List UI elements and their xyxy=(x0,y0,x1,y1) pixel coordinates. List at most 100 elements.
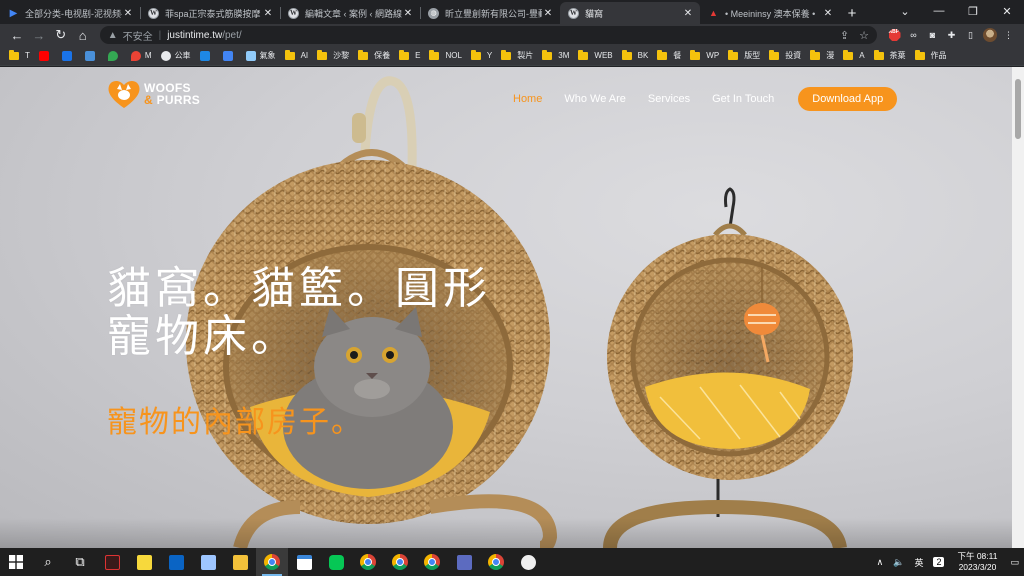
bookmark-folder[interactable]: 保養 xyxy=(358,49,390,61)
pen-app-icon[interactable] xyxy=(192,548,224,576)
share-icon[interactable]: ⇪ xyxy=(840,29,849,42)
puzzle-icon[interactable]: ✚ xyxy=(942,26,961,45)
bookmark-youtube[interactable] xyxy=(38,50,53,61)
browser-toolbar: ← → ↻ ⌂ ▲ 不安全 | justintime.tw/pet/ ⇪ ☆ A… xyxy=(0,24,1024,46)
bookmark-folder[interactable]: 版型 xyxy=(728,49,760,61)
bookmark-site[interactable] xyxy=(61,50,76,61)
bookmark-folder[interactable]: 沙黎 xyxy=(317,49,349,61)
minimize-icon[interactable]: — xyxy=(922,0,956,22)
bookmark-folder[interactable]: WEB xyxy=(578,49,613,60)
bookmark-weather[interactable]: 氣象 xyxy=(245,50,276,61)
bookmark-folder[interactable]: 餐 xyxy=(657,49,681,61)
new-tab-button[interactable]: + xyxy=(840,2,864,24)
bookmark-site[interactable] xyxy=(222,50,237,61)
browser-tab[interactable]: W 編輯文章 ‹ 案例 ‹ 網路線上 ✕ xyxy=(280,2,420,24)
bookmark-folder[interactable]: T xyxy=(9,49,30,60)
windows-start-icon[interactable] xyxy=(0,548,32,576)
chrome-icon[interactable] xyxy=(416,548,448,576)
bookmark-folder[interactable]: 投資 xyxy=(769,49,801,61)
sticky-notes-icon[interactable] xyxy=(128,548,160,576)
close-icon[interactable]: ✕ xyxy=(122,8,134,19)
nav-get-in-touch[interactable]: Get In Touch xyxy=(712,93,774,105)
search-icon[interactable]: ⌕ xyxy=(32,548,64,576)
chrome-icon[interactable] xyxy=(480,548,512,576)
volume-icon[interactable]: 🔈 xyxy=(893,557,904,568)
bookmark-folder[interactable]: WP xyxy=(690,49,719,60)
ime-icon[interactable]: 英 xyxy=(914,556,923,569)
scrollbar-thumb[interactable] xyxy=(1015,79,1021,139)
close-icon[interactable]: ✕ xyxy=(822,8,834,19)
nav-home[interactable]: Home xyxy=(513,93,542,105)
security-label: 不安全 xyxy=(122,31,153,43)
browser-tab[interactable]: W 菲spa正宗泰式筋膜按摩（ ✕ xyxy=(140,2,280,24)
page-scrollbar[interactable] xyxy=(1012,67,1024,548)
bookmark-site[interactable] xyxy=(199,50,214,61)
adblock-icon[interactable]: ABP xyxy=(885,26,904,45)
bookmark-folder[interactable]: 3M xyxy=(542,49,569,60)
browser-tab-active[interactable]: W 貓窩 ✕ xyxy=(560,2,700,24)
nav-services[interactable]: Services xyxy=(648,93,690,105)
notification-center-icon[interactable]: ▭ xyxy=(1010,557,1019,568)
system-clock[interactable]: 下午 08:11 2023/3/20 xyxy=(957,551,997,573)
line-icon[interactable] xyxy=(320,548,352,576)
folder-icon xyxy=(9,49,19,60)
notification-badge[interactable]: 2 xyxy=(933,557,945,567)
url-path: /pet/ xyxy=(222,29,242,41)
folder-icon xyxy=(690,49,701,60)
forward-icon[interactable]: → xyxy=(28,24,50,46)
youtube-icon xyxy=(38,50,49,61)
calculator-icon[interactable] xyxy=(448,548,480,576)
paint-icon[interactable] xyxy=(512,548,544,576)
camera-icon[interactable]: ◙ xyxy=(923,26,942,45)
chevron-down-icon[interactable]: ⌄ xyxy=(888,0,922,22)
address-bar[interactable]: ▲ 不安全 | justintime.tw/pet/ ⇪ ☆ xyxy=(99,26,877,44)
bookmark-folder[interactable]: A xyxy=(843,49,865,60)
bookmark-folder[interactable]: NOL xyxy=(429,49,462,60)
chrome-icon[interactable] xyxy=(256,548,288,576)
app-icon[interactable] xyxy=(96,548,128,576)
file-explorer-icon[interactable] xyxy=(224,548,256,576)
reload-icon[interactable]: ↻ xyxy=(50,24,72,46)
chrome-icon[interactable] xyxy=(352,548,384,576)
bookmark-folder[interactable]: AI xyxy=(284,49,308,60)
nav-who-we-are[interactable]: Who We Are xyxy=(564,93,626,105)
browser-tab[interactable]: ◍ 昕立豐創新有限公司-豐動 ✕ xyxy=(420,2,560,24)
bookmark-folder[interactable]: BK xyxy=(621,49,648,60)
close-window-icon[interactable]: ✕ xyxy=(990,0,1024,22)
bookmark-folder[interactable]: 製片 xyxy=(501,49,533,61)
avatar[interactable] xyxy=(980,26,999,45)
download-app-button[interactable]: Download App xyxy=(798,87,898,111)
close-icon[interactable]: ✕ xyxy=(402,8,414,19)
bookmark-maps[interactable]: M xyxy=(130,50,152,61)
chrome-icon[interactable] xyxy=(384,548,416,576)
restore-icon[interactable]: ❐ xyxy=(956,0,990,22)
back-icon[interactable]: ← xyxy=(6,24,28,46)
site-logo[interactable]: WOOFS & PURRS xyxy=(107,79,200,109)
close-icon[interactable]: ✕ xyxy=(542,8,554,19)
chevron-up-icon[interactable]: ∧ xyxy=(877,557,884,568)
menu-icon[interactable]: ⋮ xyxy=(999,26,1018,45)
sidepanel-icon[interactable]: ▯ xyxy=(961,26,980,45)
task-view-icon[interactable]: ⧉ xyxy=(64,548,96,576)
bookmark-folder[interactable]: E xyxy=(399,49,420,60)
close-icon[interactable]: ✕ xyxy=(682,8,694,19)
bookmark-site[interactable] xyxy=(84,50,99,61)
bookmark-folder[interactable]: Y xyxy=(470,49,492,60)
home-icon[interactable]: ⌂ xyxy=(72,24,94,46)
browser-tab[interactable]: ▲ • Meeininsy 澳本保養 • ✕ xyxy=(700,2,840,24)
bookmark-maps[interactable] xyxy=(107,50,122,61)
bookmark-folder[interactable]: 茶葉 xyxy=(873,49,906,61)
hook-peg xyxy=(352,113,366,143)
glasses-icon[interactable]: ∞ xyxy=(904,26,923,45)
bookmark-bus[interactable]: 公車 xyxy=(160,50,191,61)
bookmark-folder[interactable]: 作品 xyxy=(914,49,947,61)
warning-icon[interactable]: ▲ xyxy=(108,30,118,41)
outlook-icon[interactable] xyxy=(160,548,192,576)
bookmark-folder[interactable]: 漫 xyxy=(810,49,834,61)
site-icon xyxy=(61,50,72,61)
store-icon[interactable] xyxy=(288,548,320,576)
star-icon[interactable]: ☆ xyxy=(859,29,869,42)
close-icon[interactable]: ✕ xyxy=(262,8,274,19)
browser-tab[interactable]: ▶ 全部分类-电视剧-泥视频-泥 ✕ xyxy=(0,2,140,24)
bookmarks-bar: T M 公車 氣象 AI 沙黎 保養 E NOL Y 製片 3M WEB BK … xyxy=(0,46,1024,66)
